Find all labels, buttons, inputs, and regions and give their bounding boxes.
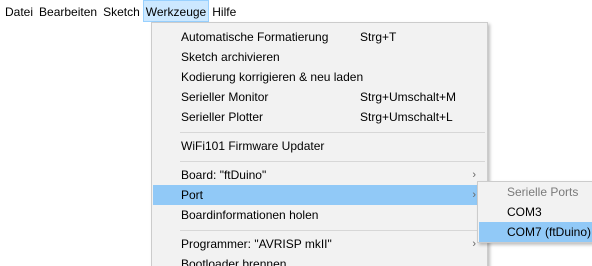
menu-werkzeuge[interactable]: Werkzeuge bbox=[142, 0, 210, 22]
menu-item-programmer[interactable]: Programmer: "AVRISP mkII" › bbox=[153, 234, 486, 254]
chevron-right-icon: › bbox=[472, 169, 476, 181]
menu-item-shortcut: Strg+Umschalt+L bbox=[360, 110, 453, 124]
menu-item-port[interactable]: Port › bbox=[153, 185, 486, 205]
menu-item-serial-monitor[interactable]: Serieller Monitor Strg+Umschalt+M bbox=[153, 87, 486, 107]
menu-item-label: Port bbox=[181, 188, 204, 202]
chevron-right-icon: › bbox=[472, 189, 476, 201]
chevron-right-icon: › bbox=[472, 238, 476, 250]
submenu-item-com7[interactable]: COM7 (ftDuino) bbox=[479, 222, 592, 242]
ide-window: Datei Bearbeiten Sketch Werkzeuge Hilfe … bbox=[0, 0, 592, 266]
menu-item-label: Programmer: "AVRISP mkII" bbox=[181, 237, 332, 251]
port-submenu: Serielle Ports COM3 COM7 (ftDuino) bbox=[477, 181, 592, 243]
menu-item-archive-sketch[interactable]: Sketch archivieren bbox=[153, 47, 486, 67]
menu-item-label: Kodierung korrigieren & neu laden bbox=[181, 70, 364, 84]
menu-sketch[interactable]: Sketch bbox=[100, 0, 143, 22]
submenu-item-com3[interactable]: COM3 bbox=[479, 202, 592, 222]
menu-item-label: Boardinformationen holen bbox=[181, 208, 319, 222]
menu-hilfe[interactable]: Hilfe bbox=[209, 0, 239, 22]
submenu-item-label: COM3 bbox=[507, 205, 542, 219]
menu-item-label: WiFi101 Firmware Updater bbox=[181, 139, 325, 153]
menu-item-label: Serieller Plotter bbox=[181, 110, 264, 124]
menu-item-wifi101-updater[interactable]: WiFi101 Firmware Updater bbox=[153, 136, 486, 156]
menu-item-auto-format[interactable]: Automatische Formatierung Strg+T bbox=[153, 27, 486, 47]
submenu-header-label: Serielle Ports bbox=[507, 185, 579, 199]
menu-separator bbox=[180, 161, 485, 162]
menu-item-label: Automatische Formatierung bbox=[181, 30, 329, 44]
submenu-header: Serielle Ports bbox=[479, 182, 592, 202]
menu-item-shortcut: Strg+T bbox=[360, 30, 397, 44]
menu-separator bbox=[180, 230, 485, 231]
menu-item-label: Bootloader brennen bbox=[181, 257, 287, 266]
menu-item-label: Serieller Monitor bbox=[181, 90, 269, 104]
menu-separator bbox=[180, 132, 485, 133]
menu-item-fix-encoding[interactable]: Kodierung korrigieren & neu laden bbox=[153, 67, 486, 87]
submenu-item-label: COM7 (ftDuino) bbox=[507, 225, 592, 239]
menu-bearbeiten[interactable]: Bearbeiten bbox=[36, 0, 100, 22]
menu-datei[interactable]: Datei bbox=[0, 0, 36, 22]
menu-item-burn-bootloader[interactable]: Bootloader brennen bbox=[153, 254, 486, 266]
menu-item-serial-plotter[interactable]: Serieller Plotter Strg+Umschalt+L bbox=[153, 107, 486, 127]
werkzeuge-dropdown: Automatische Formatierung Strg+T Sketch … bbox=[151, 22, 488, 266]
menu-item-shortcut: Strg+Umschalt+M bbox=[360, 90, 457, 104]
menu-item-board-info[interactable]: Boardinformationen holen bbox=[153, 205, 486, 225]
menu-item-label: Sketch archivieren bbox=[181, 50, 280, 64]
menu-bar: Datei Bearbeiten Sketch Werkzeuge Hilfe bbox=[0, 0, 592, 22]
menu-item-board[interactable]: Board: "ftDuino" › bbox=[153, 165, 486, 185]
menu-item-label: Board: "ftDuino" bbox=[181, 168, 267, 182]
